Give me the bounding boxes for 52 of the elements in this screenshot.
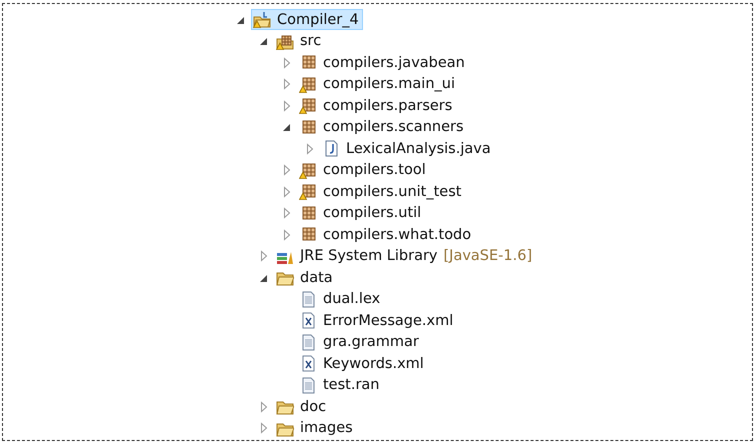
tree-item[interactable]: compilers.javabean: [297, 52, 469, 74]
tree-item-label: dual.lex: [323, 291, 380, 308]
tree-item[interactable]: compilers.tool: [297, 160, 430, 181]
tree-item-label: compilers.main_ui: [323, 76, 455, 92]
expand-arrow-icon[interactable]: [281, 164, 293, 176]
tree-item[interactable]: test.ran: [297, 374, 384, 396]
tree-item-label: Compiler_4: [277, 12, 359, 28]
tree-item[interactable]: gra.grammar: [297, 332, 423, 353]
library-version-label: [JavaSE-1.6]: [444, 248, 532, 264]
tree-item[interactable]: compilers.util: [297, 202, 426, 224]
expand-arrow-icon[interactable]: [304, 142, 316, 155]
tree-item[interactable]: dual.lex: [297, 288, 384, 310]
tree-item-label: Keywords.xml: [323, 356, 424, 372]
expand-arrow-icon[interactable]: [281, 56, 293, 69]
expand-arrow-icon[interactable]: [281, 78, 293, 90]
tree-item-label: JRE System Library: [300, 248, 438, 264]
tree-item[interactable]: JRE System Library [JavaSE-1.6]: [274, 246, 536, 267]
tree-item-label: compilers.tool: [323, 162, 426, 178]
tree-item[interactable]: compilers.parsers: [297, 95, 456, 116]
tree-item[interactable]: Keywords.xml: [297, 353, 428, 374]
expand-arrow-icon[interactable]: [281, 100, 293, 112]
tree-item[interactable]: data: [274, 267, 337, 288]
tree-item-label: doc: [300, 398, 326, 415]
tree-item-label: compilers.scanners: [323, 119, 464, 136]
tree-item-label: src: [300, 33, 322, 50]
tree-item-label: test.ran: [323, 377, 380, 394]
expand-arrow-icon[interactable]: [258, 422, 270, 434]
expand-arrow-icon[interactable]: [258, 250, 270, 262]
tree-item[interactable]: images: [274, 418, 357, 439]
tree-item[interactable]: Compiler_4: [251, 9, 363, 30]
expand-arrow-icon[interactable]: [281, 207, 293, 220]
tree-item[interactable]: compilers.unit_test: [297, 181, 466, 202]
tree-item-label: compilers.parsers: [323, 98, 452, 114]
tree-item[interactable]: compilers.scanners: [297, 116, 468, 138]
tree-item-label: LexicalAnalysis.java: [346, 140, 491, 157]
expand-arrow-icon[interactable]: [281, 228, 293, 241]
tree-item-label: compilers.util: [323, 205, 422, 222]
tree-item-label: compilers.what.todo: [323, 226, 472, 243]
tree-item-label: data: [300, 270, 333, 286]
expand-arrow-icon[interactable]: [281, 186, 293, 198]
tree-item-label: images: [300, 420, 353, 436]
tree-item[interactable]: compilers.main_ui: [297, 74, 459, 95]
tree-item[interactable]: doc: [274, 396, 330, 418]
tree-item[interactable]: ErrorMessage.xml: [297, 310, 458, 332]
tree-item[interactable]: compilers.what.todo: [297, 224, 476, 246]
tree-item[interactable]: LexicalAnalysis.java: [320, 138, 495, 160]
tree-item-label: compilers.unit_test: [323, 184, 462, 200]
tree-item[interactable]: src: [274, 30, 326, 52]
tree-item-label: gra.grammar: [323, 334, 419, 350]
tree-item-label: compilers.javabean: [323, 54, 465, 71]
expand-arrow-icon[interactable]: [258, 400, 270, 413]
tree-item-label: ErrorMessage.xml: [323, 312, 454, 329]
